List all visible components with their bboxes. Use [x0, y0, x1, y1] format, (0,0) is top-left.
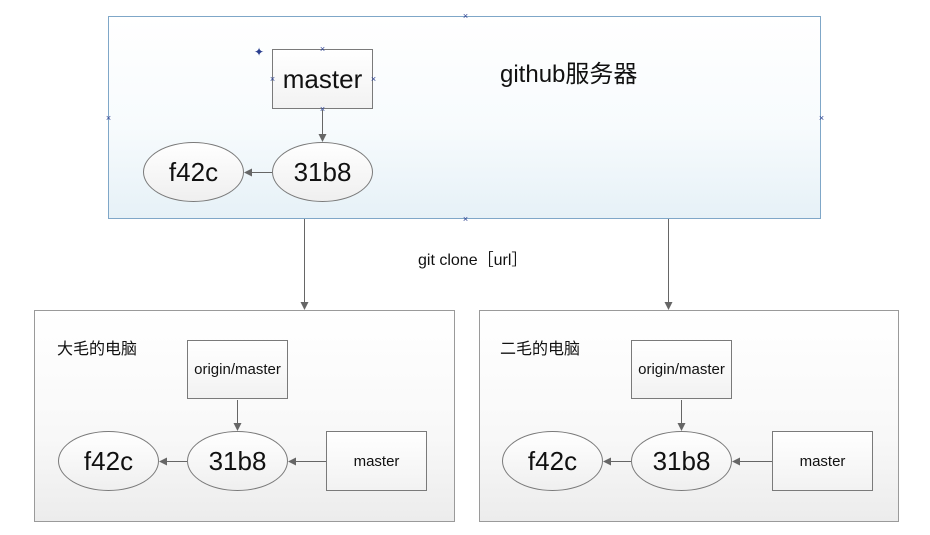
ermao-commit-31b8[interactable]: 31b8	[631, 431, 732, 491]
damao-origin-master-branch[interactable]: origin/master	[187, 340, 288, 399]
damao-commit-f42c[interactable]: f42c	[58, 431, 159, 491]
move-handle-icon[interactable]: ✦	[254, 46, 264, 58]
selection-handle-icon[interactable]: ×	[269, 75, 276, 84]
selection-handle-icon[interactable]: ×	[462, 215, 469, 224]
server-commit-31b8[interactable]: 31b8	[272, 142, 373, 202]
ermao-master-branch[interactable]: master	[772, 431, 873, 491]
clone-command-label: git clone［url］	[418, 252, 528, 269]
selection-handle-icon[interactable]: ×	[462, 12, 469, 21]
damao-commit-31b8[interactable]: 31b8	[187, 431, 288, 491]
computer-ermao-title: 二毛的电脑	[500, 341, 581, 358]
selection-handle-icon[interactable]: ×	[319, 105, 326, 114]
selection-handle-icon[interactable]: ×	[105, 114, 112, 123]
server-master-branch[interactable]: master	[272, 49, 373, 109]
server-commit-f42c[interactable]: f42c	[143, 142, 244, 202]
selection-handle-icon[interactable]: ×	[319, 45, 326, 54]
computer-damao-title: 大毛的电脑	[57, 341, 138, 358]
selection-handle-icon[interactable]: ×	[370, 75, 377, 84]
ermao-origin-master-branch[interactable]: origin/master	[631, 340, 732, 399]
selection-handle-icon[interactable]: ×	[818, 114, 825, 123]
ermao-commit-f42c[interactable]: f42c	[502, 431, 603, 491]
damao-master-branch[interactable]: master	[326, 431, 427, 491]
server-title: github服务器	[500, 61, 638, 88]
